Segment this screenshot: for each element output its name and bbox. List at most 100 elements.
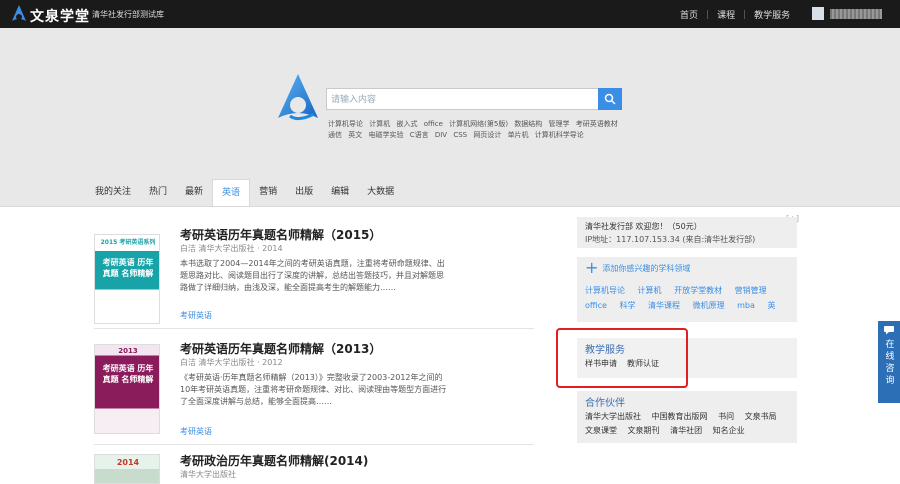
logo-text[interactable]: 文泉学堂: [30, 6, 90, 26]
user-ip: IP地址：117.107.153.34 (来自:清华社发行部): [585, 235, 756, 244]
interest-tags: 计算机导论 计算机 开放学堂教材 营销管理 office 科学 清华课程 微机原…: [585, 283, 790, 313]
hot-tag[interactable]: 电磁学实验: [368, 131, 403, 139]
hot-tag[interactable]: 计算机导论: [328, 120, 363, 128]
hot-tag[interactable]: 管理学: [549, 120, 570, 128]
partner-link[interactable]: 文泉书局: [745, 412, 777, 421]
hot-tag[interactable]: 计算机科学导论: [535, 131, 584, 139]
hot-tag[interactable]: 考研英语教材: [576, 120, 618, 128]
interest-tag[interactable]: 英: [767, 301, 775, 310]
highlight-box: [556, 328, 688, 388]
tab-editing[interactable]: 编辑: [322, 179, 358, 206]
search-input[interactable]: [329, 91, 601, 109]
book-item[interactable]: 2015 考研英语系列 考研英语 历年真题 名师精解 考研英语历年真题名师精解（…: [94, 226, 514, 326]
search-box: [326, 88, 622, 110]
book-item[interactable]: 2013 考研英语 历年真题 名师精解 考研英语历年真题名师精解（2013） 白…: [94, 340, 514, 440]
interest-panel: + 添加你感兴趣的学科领域 计算机导论 计算机 开放学堂教材 营销管理 offi…: [577, 257, 797, 322]
tab-latest[interactable]: 最新: [176, 179, 212, 206]
add-interest-label: 添加你感兴趣的学科领域: [602, 263, 691, 273]
book-tag[interactable]: 考研英语: [180, 426, 212, 437]
user-info-panel: 清华社发行部 欢迎您！（50元） IP地址：117.107.153.34 (来自…: [577, 217, 797, 248]
user-welcome: 清华社发行部 欢迎您！（50元）: [585, 222, 702, 231]
partners-panel: 合作伙伴 清华大学出版社 中国教育出版网 书问 文泉书局 文泉课堂 文泉期刊 清…: [577, 391, 797, 443]
interest-tag[interactable]: 科学: [620, 301, 636, 310]
partner-link[interactable]: 知名企业: [713, 426, 745, 435]
nav-separator: |: [743, 9, 747, 20]
hot-tag[interactable]: 计算机网络(第5版): [449, 120, 508, 128]
partner-link[interactable]: 文泉课堂: [585, 426, 617, 435]
divider: [94, 444, 534, 445]
hot-tag[interactable]: 网页设计: [473, 131, 501, 139]
cover-series: 2014: [116, 458, 140, 467]
interest-tag[interactable]: 营销管理: [735, 286, 767, 295]
hot-tag[interactable]: 通信: [328, 131, 342, 139]
interest-tag[interactable]: 计算机: [638, 286, 662, 295]
online-consult-button[interactable]: 在线咨询: [878, 321, 900, 403]
book-item[interactable]: 2014 考研政治历年真题名师精解(2014) 清华大学出版社: [94, 452, 514, 484]
hot-search-tags: 计算机导论 计算机 嵌入式 office 计算机网络(第5版) 数据结构 管理学…: [328, 119, 628, 141]
hot-tag[interactable]: DIV: [435, 131, 447, 139]
book-title[interactable]: 考研英语历年真题名师精解（2015）: [180, 226, 381, 243]
tab-big-data[interactable]: 大数据: [358, 179, 403, 206]
partner-list: 清华大学出版社 中国教育出版网 书问 文泉书局 文泉课堂 文泉期刊 清华社团 知…: [585, 410, 795, 438]
interest-tag[interactable]: 微机原理: [693, 301, 725, 310]
book-description: 本书选取了2004—2014年之间的考研英语真题，注重将考研命题规律、出题思路对…: [180, 259, 445, 292]
nav-separator: |: [706, 9, 710, 20]
tab-english[interactable]: 英语: [212, 179, 251, 206]
cover-title: 考研英语 历年真题 名师精解: [102, 364, 154, 384]
tab-my-follow[interactable]: 我的关注: [86, 179, 140, 206]
nav-home[interactable]: 首页: [680, 8, 698, 21]
hot-tag[interactable]: 英文: [348, 131, 362, 139]
hot-tag[interactable]: C语言: [410, 131, 429, 139]
hot-tag[interactable]: 嵌入式: [396, 120, 417, 128]
interest-tag[interactable]: 清华课程: [648, 301, 680, 310]
partner-link[interactable]: 清华大学出版社: [585, 412, 641, 421]
wenquan-large-logo-icon: [278, 74, 318, 121]
partner-link[interactable]: 中国教育出版网: [652, 412, 708, 421]
search-button[interactable]: [598, 88, 622, 110]
partner-link[interactable]: 书问: [718, 412, 734, 421]
interest-tag[interactable]: 开放学堂教材: [674, 286, 722, 295]
book-cover[interactable]: 2014: [94, 454, 160, 484]
book-meta: 清华大学出版社: [180, 470, 236, 479]
nav-courses[interactable]: 课程: [717, 8, 735, 21]
book-cover[interactable]: 2015 考研英语系列 考研英语 历年真题 名师精解: [94, 234, 160, 324]
wenquan-logo-icon[interactable]: [10, 4, 28, 24]
search-icon: [604, 93, 616, 105]
book-meta: 白洁 清华大学出版社 · 2012: [180, 358, 283, 367]
hot-tag[interactable]: 数据结构: [514, 120, 542, 128]
book-cover[interactable]: 2013 考研英语 历年真题 名师精解: [94, 344, 160, 434]
top-nav-links: 首页 | 课程 | 教学服务: [680, 8, 790, 22]
interest-tag[interactable]: 计算机导论: [585, 286, 625, 295]
slogan: 清华社发行部测试库: [92, 10, 164, 19]
category-tabs: 我的关注 热门 最新 英语 营销 出版 编辑 大数据: [86, 179, 403, 206]
chat-icon: [884, 326, 894, 335]
hot-tag[interactable]: CSS: [453, 131, 467, 139]
online-consult-label: 在线咨询: [883, 339, 894, 387]
cover-series: 2015 考研英语系列: [100, 239, 156, 246]
book-meta: 白洁 清华大学出版社 · 2014: [180, 244, 283, 253]
tab-marketing[interactable]: 营销: [250, 179, 286, 206]
partner-link[interactable]: 文泉期刊: [628, 426, 660, 435]
divider: [94, 328, 534, 329]
book-description: 《考研英语·历年真题名师精解（2013）》完整收录了2003-2012年之间的1…: [180, 373, 447, 406]
partners-title: 合作伙伴: [585, 398, 625, 409]
avatar[interactable]: [812, 7, 824, 20]
hot-tag[interactable]: 单片机: [508, 131, 529, 139]
cover-title: 考研英语 历年真题 名师精解: [102, 258, 154, 278]
book-title[interactable]: 考研政治历年真题名师精解(2014): [180, 452, 368, 469]
add-interest-button[interactable]: + 添加你感兴趣的学科领域: [585, 258, 691, 277]
book-title[interactable]: 考研英语历年真题名师精解（2013）: [180, 340, 381, 357]
tab-hot[interactable]: 热门: [140, 179, 176, 206]
book-tag[interactable]: 考研英语: [180, 310, 212, 321]
top-navbar: 文泉学堂 清华社发行部测试库 首页 | 课程 | 教学服务 ██████: [0, 0, 900, 28]
interest-tag[interactable]: mba: [737, 301, 755, 310]
plus-icon: +: [585, 258, 599, 277]
interest-tag[interactable]: office: [585, 301, 607, 310]
cover-series: 2013: [118, 347, 138, 355]
tab-publishing[interactable]: 出版: [286, 179, 322, 206]
nav-teaching-service[interactable]: 教学服务: [754, 8, 790, 21]
partner-link[interactable]: 清华社团: [670, 426, 702, 435]
hot-tag[interactable]: office: [424, 120, 443, 128]
hot-tag[interactable]: 计算机: [369, 120, 390, 128]
username[interactable]: ██████: [830, 9, 882, 19]
